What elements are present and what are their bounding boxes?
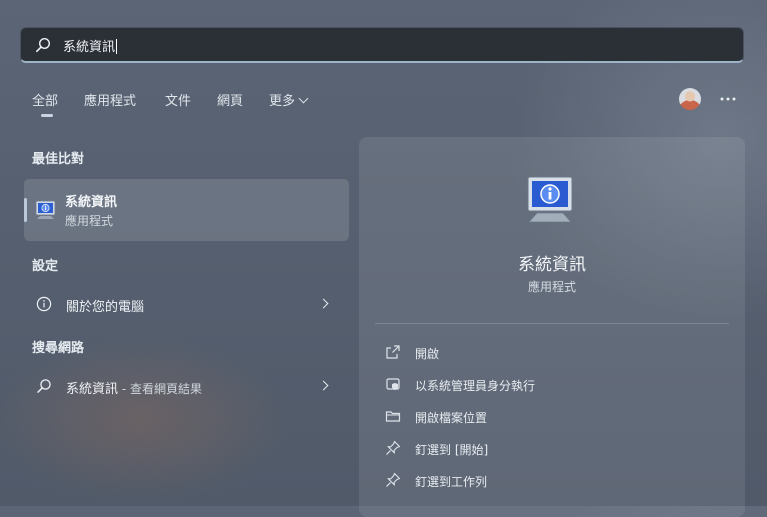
folder-icon (385, 411, 401, 422)
tab-web[interactable]: 網頁 (217, 90, 243, 109)
tab-label: 網頁 (217, 94, 244, 109)
web-search-query: 系統資訊 (66, 382, 119, 397)
divider (375, 323, 729, 324)
more-icon[interactable] (718, 90, 738, 108)
action-label: 開啟 (415, 347, 440, 361)
tab-label: 應用程式 (84, 94, 137, 109)
settings-item-label: 關於您的電腦 (66, 300, 145, 315)
tab-documents[interactable]: 文件 (165, 90, 191, 109)
chevron-down-icon (298, 93, 309, 104)
preview-title: 系統資訊 (518, 255, 586, 275)
tab-apps[interactable]: 應用程式 (84, 90, 136, 109)
preview-pane: 系統資訊 應用程式 開啟 以系統管理員身分執行 開啟檔案位置 釘選到 [開始] (359, 137, 745, 517)
search-icon (35, 37, 51, 53)
text-caret (116, 39, 118, 54)
search-icon (37, 379, 51, 393)
pin-icon (386, 472, 401, 487)
action-label: 釘選到工作列 (415, 475, 488, 489)
info-icon (36, 296, 52, 312)
tab-all[interactable]: 全部 (32, 90, 59, 117)
action-label: 開啟檔案位置 (415, 411, 488, 425)
best-match-item[interactable]: 系統資訊 應用程式 (24, 179, 349, 241)
tab-more[interactable]: 更多 (269, 90, 309, 109)
search-input[interactable]: 系統資訊 (63, 36, 118, 55)
avatar[interactable] (679, 88, 701, 110)
action-label: 釘選到 [開始] (415, 443, 489, 457)
best-match-heading: 最佳比對 (32, 152, 85, 167)
web-search-suffix: - 查看網頁結果 (118, 382, 202, 396)
settings-heading: 設定 (32, 259, 59, 274)
tab-label: 更多 (269, 94, 296, 109)
chevron-right-icon (318, 380, 329, 391)
active-tab-indicator (41, 114, 53, 117)
action-label: 以系統管理員身分執行 (415, 379, 536, 393)
search-query: 系統資訊 (63, 40, 116, 55)
best-match-subtitle: 應用程式 (65, 214, 114, 228)
chevron-right-icon (318, 298, 329, 309)
tab-label: 文件 (165, 94, 192, 109)
web-search-label: 系統資訊 - 查看網頁結果 (66, 378, 202, 397)
preview-subtitle: 應用程式 (527, 280, 576, 294)
search-box[interactable]: 系統資訊 (20, 27, 744, 63)
system-info-icon (527, 176, 573, 223)
shield-icon (386, 378, 400, 390)
system-info-icon (35, 200, 56, 219)
open-icon (386, 345, 400, 359)
selection-indicator (24, 198, 27, 222)
web-search-item[interactable]: 系統資訊 - 查看網頁結果 (24, 370, 349, 402)
best-match-title: 系統資訊 (65, 195, 118, 210)
tab-label: 全部 (32, 94, 59, 109)
web-search-heading: 搜尋網路 (32, 341, 85, 356)
settings-item-about-pc[interactable]: 關於您的電腦 (24, 288, 349, 320)
pin-icon (386, 440, 401, 455)
